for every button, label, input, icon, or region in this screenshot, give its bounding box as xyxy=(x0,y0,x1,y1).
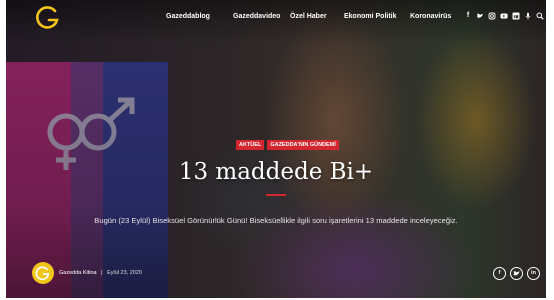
nav-item-ekonomi-politik[interactable]: Ekonomi Politik xyxy=(344,10,397,24)
share-buttons: f in xyxy=(493,267,540,280)
author-name[interactable]: Gazedda Kitina xyxy=(59,270,97,276)
social-links: f xyxy=(464,12,544,20)
instagram-icon[interactable] xyxy=(488,12,496,20)
tag-aktuel[interactable]: AKTÜEL xyxy=(236,140,265,150)
podcast-icon[interactable] xyxy=(524,12,532,20)
twitter-icon[interactable] xyxy=(476,12,484,20)
hero-banner: Gazeddablog Gazeddavideo Özel Haber Ekon… xyxy=(6,0,546,298)
post-date: Eylül 23, 2020 xyxy=(107,270,142,276)
share-twitter-icon[interactable] xyxy=(510,267,523,280)
linkedin-icon[interactable] xyxy=(512,12,520,20)
avatar[interactable] xyxy=(32,262,54,284)
youtube-icon[interactable] xyxy=(500,12,508,20)
share-linkedin-icon[interactable]: in xyxy=(527,267,540,280)
nav-item-ozel-haber[interactable]: Özel Haber xyxy=(290,10,327,24)
article-description: Bugün (23 Eylül) Biseksüel Görünürlük Gü… xyxy=(94,216,458,225)
facebook-icon[interactable]: f xyxy=(464,12,472,20)
search-icon[interactable] xyxy=(536,12,544,20)
nav-item-koronavirus[interactable]: Koronavirüs xyxy=(410,10,451,24)
meta-separator: | xyxy=(101,270,103,276)
author-block: Gazedda Kitina | Eylül 23, 2020 xyxy=(32,262,142,284)
post-meta: Gazedda Kitina | Eylül 23, 2020 xyxy=(59,270,142,276)
share-facebook-icon[interactable]: f xyxy=(493,267,506,280)
tag-gazeddanin-gundemi[interactable]: GAZEDDA'NIN GÜNDEMİ xyxy=(267,140,339,150)
article-title: 13 maddede Bi+ xyxy=(178,159,374,185)
nav-item-gazeddablog[interactable]: Gazeddablog xyxy=(166,10,210,24)
article-tags: AKTÜEL GAZEDDA'NIN GÜNDEMİ xyxy=(236,140,339,150)
gazedda-logo-icon[interactable] xyxy=(34,4,62,32)
title-divider xyxy=(266,194,286,196)
nav-item-gazeddavideo[interactable]: Gazeddavideo xyxy=(233,10,280,24)
